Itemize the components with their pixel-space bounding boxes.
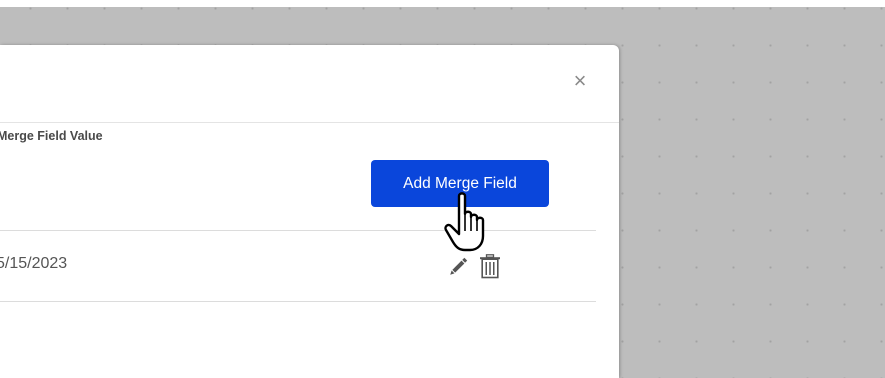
- table-row-value: 5/15/2023: [0, 255, 71, 273]
- dialog-header: ×: [0, 45, 619, 123]
- close-button[interactable]: ×: [570, 70, 590, 92]
- table-header-divider: [0, 230, 596, 231]
- add-merge-field-button[interactable]: Add Merge Field: [371, 160, 549, 207]
- table-row-divider: [0, 301, 596, 302]
- trash-icon[interactable]: [479, 254, 501, 279]
- merge-fields-dialog: ×: [0, 45, 619, 378]
- pencil-icon[interactable]: [448, 256, 468, 278]
- column-header-label: Merge Field Value: [0, 129, 103, 143]
- merge-field-value: 5/15/2023: [0, 255, 68, 272]
- column-header-merge-field-value: Merge Field Value: [0, 129, 106, 143]
